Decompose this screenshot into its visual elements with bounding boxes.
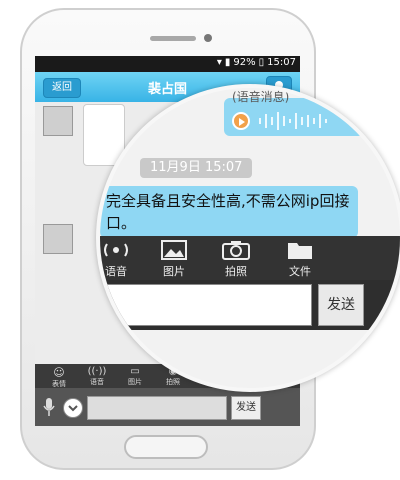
emoji-icon: ☺ — [53, 366, 65, 379]
send-button-small[interactable]: 发送 — [231, 396, 261, 420]
home-button[interactable] — [124, 435, 208, 459]
message-input[interactable] — [100, 284, 312, 326]
toolbar-item-label: 语音 — [105, 265, 127, 278]
toolbar-item-camera[interactable]: 拍照 — [212, 240, 260, 279]
toolbar-item-label: 拍照 — [225, 265, 247, 278]
wifi-icon: ▾ — [216, 57, 222, 68]
message-bubble[interactable]: 完全具备且安全性高,不需公网ip回接口。 — [100, 186, 358, 238]
chevron-down-icon — [68, 405, 78, 412]
battery-level: 92% — [233, 57, 256, 68]
toolbar: 语音 图片 拍照 文件 — [100, 236, 400, 280]
battery-icon: ▯ — [258, 57, 265, 68]
avatar[interactable] — [43, 106, 73, 136]
play-button[interactable] — [232, 112, 250, 130]
toolbar-item-label: 图片 — [163, 265, 185, 278]
voice-message-label: (语音消息) — [232, 90, 290, 104]
status-icons: ▾ ▮ 92% ▯ 15:07 — [217, 57, 296, 68]
toolbar-item-voice[interactable]: 语音 — [100, 240, 140, 279]
play-icon — [239, 118, 245, 126]
toolbar-item-emoji[interactable]: ☺ 表情 — [39, 366, 79, 389]
camera-icon — [222, 241, 250, 260]
send-button[interactable]: 发送 — [318, 284, 364, 326]
clock: 15:07 — [267, 57, 296, 68]
avatar[interactable] — [43, 224, 73, 254]
signal-icon: ▮ — [224, 57, 231, 68]
folder-icon — [288, 243, 312, 259]
magnifier-callout: (语音消息) 11月9日 15:07 完全具备且安全性高,不需公网ip回接口。 — [96, 84, 400, 392]
toolbar-item-label: 文件 — [289, 265, 311, 278]
magnified-view: (语音消息) 11月9日 15:07 完全具备且安全性高,不需公网ip回接口。 — [100, 88, 400, 388]
image-icon — [161, 240, 187, 260]
input-bar-small: 发送 — [35, 388, 300, 426]
expand-button[interactable] — [63, 398, 83, 418]
front-camera — [204, 34, 212, 42]
status-bar: ▾ ▮ 92% ▯ 15:07 — [35, 56, 300, 72]
voice-waveform-icon — [259, 112, 327, 130]
message-input-small[interactable] — [87, 396, 227, 420]
toolbar-item-label: 表情 — [52, 380, 66, 388]
toolbar-item-file[interactable]: 文件 — [276, 240, 324, 279]
message-text: 完全具备且安全性高,不需公网ip回接口。 — [106, 192, 350, 232]
earpiece — [150, 36, 196, 41]
microphone-icon[interactable] — [41, 397, 57, 417]
message-timestamp: 11月9日 15:07 — [140, 158, 253, 178]
input-bar: 发送 — [100, 280, 400, 330]
toolbar-item-image[interactable]: 图片 — [150, 240, 198, 279]
voice-icon — [104, 243, 128, 257]
